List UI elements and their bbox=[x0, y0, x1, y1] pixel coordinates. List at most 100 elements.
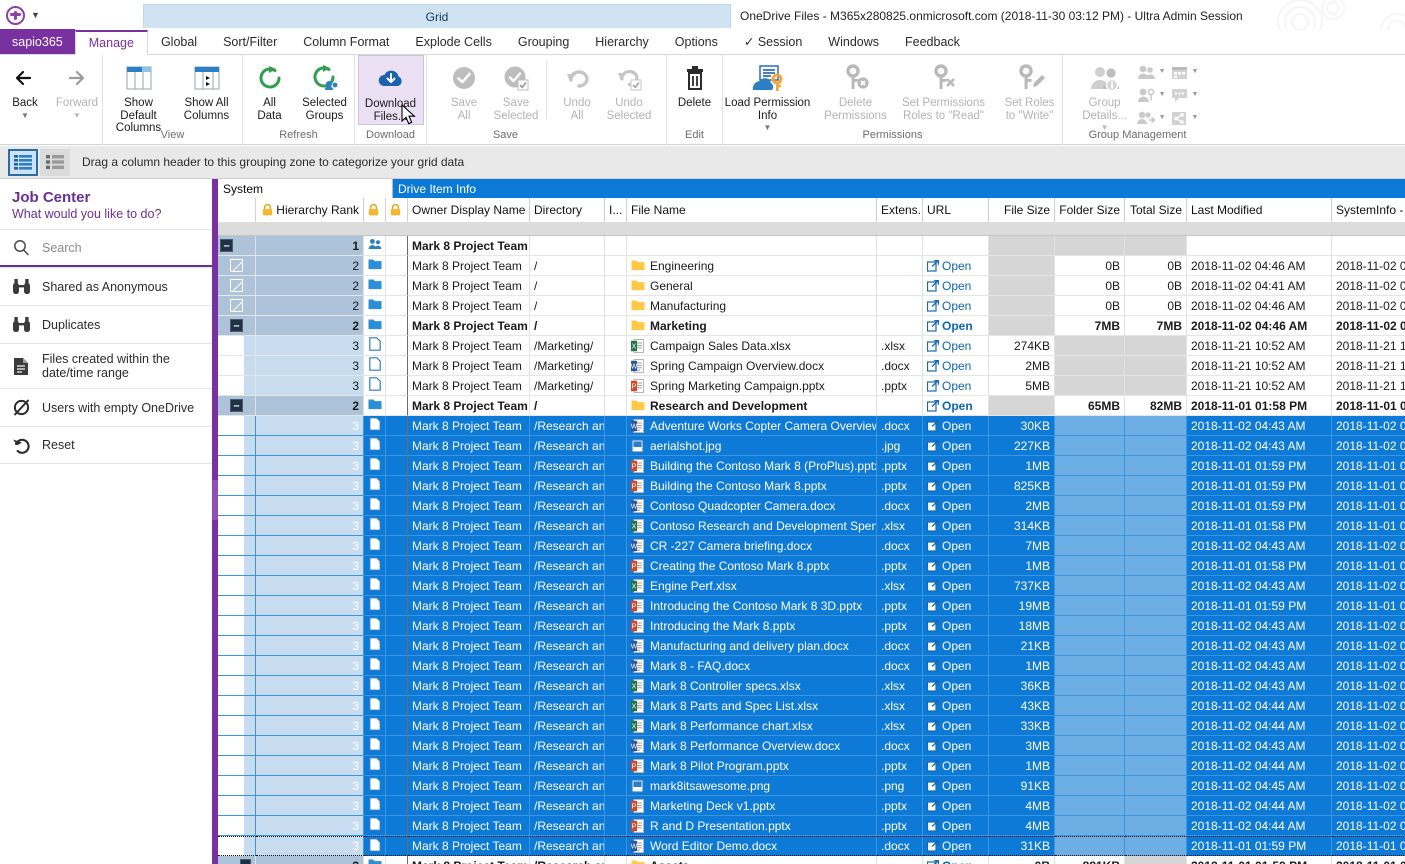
grid-header-foldersize[interactable]: Folder Size bbox=[1055, 198, 1125, 222]
forward-button[interactable]: Forward ▼ bbox=[51, 55, 103, 125]
cell-url[interactable]: Open bbox=[923, 796, 989, 816]
grid-body[interactable]: – 1 Mark 8 Project Team 2 Mark 8 Project Tea… bbox=[218, 236, 1405, 864]
list-view-toggle[interactable] bbox=[40, 148, 70, 176]
cell-sel[interactable] bbox=[218, 576, 256, 596]
cell-sel[interactable]: – bbox=[218, 856, 256, 864]
open-link[interactable]: Open bbox=[927, 439, 971, 453]
back-dropdown-icon[interactable]: ▼ bbox=[21, 111, 29, 120]
row-expander-icon[interactable]: – bbox=[230, 319, 243, 332]
cell-sel[interactable] bbox=[218, 436, 256, 456]
cell-sel[interactable] bbox=[218, 516, 256, 536]
table-row[interactable]: 3 Mark 8 Project Team/Marketing/P Spring M… bbox=[218, 376, 1405, 396]
table-row[interactable]: 3 Mark 8 Project Team/Research and W Mark 8… bbox=[218, 736, 1405, 756]
cell-url[interactable]: Open bbox=[923, 756, 989, 776]
row-expander-icon[interactable]: – bbox=[220, 239, 233, 252]
grid-header-lastmod[interactable]: Last Modified bbox=[1187, 198, 1332, 222]
row-hatch-icon[interactable] bbox=[230, 259, 243, 272]
grid-document-tab[interactable]: Grid bbox=[143, 4, 731, 28]
open-link[interactable]: Open bbox=[927, 739, 971, 753]
cell-sel[interactable] bbox=[218, 536, 256, 556]
grid-header-totalsize[interactable]: Total Size bbox=[1125, 198, 1187, 222]
cell-sel[interactable] bbox=[218, 376, 256, 396]
cell-url[interactable]: Open bbox=[923, 376, 989, 396]
conversations-button[interactable]: ▼ bbox=[1168, 84, 1201, 105]
group-details-button[interactable]: Group Details... ▼ bbox=[1075, 55, 1135, 132]
grid-header-indicator[interactable]: I... bbox=[605, 198, 627, 222]
open-link[interactable]: Open bbox=[927, 819, 971, 833]
tab-sapio365[interactable]: sapio365 bbox=[0, 29, 75, 54]
grid-header-directory[interactable]: Directory bbox=[530, 198, 605, 222]
share-dropdown-icon[interactable]: ▼ bbox=[1192, 114, 1199, 121]
group-management-mini-buttons[interactable]: ▼ ▼ ▼ bbox=[1135, 55, 1168, 128]
tab-hierarchy[interactable]: Hierarchy bbox=[582, 29, 662, 54]
cell-url[interactable]: Open bbox=[923, 816, 989, 836]
cell-url[interactable]: Open bbox=[923, 676, 989, 696]
cell-url[interactable]: Open bbox=[923, 856, 989, 864]
cell-sel[interactable]: – bbox=[218, 316, 256, 336]
table-row[interactable]: 3 Mark 8 Project Team/Research and P Introd… bbox=[218, 596, 1405, 616]
cell-url[interactable]: Open bbox=[923, 636, 989, 656]
open-link[interactable]: Open bbox=[927, 459, 971, 473]
save-all-button[interactable]: Save All bbox=[438, 55, 490, 125]
table-row[interactable]: 3 Mark 8 Project Team/Research and W CR -22… bbox=[218, 536, 1405, 556]
grid-header-row[interactable]: Hierarchy Rank Owner Display Name Director… bbox=[218, 198, 1405, 222]
back-button[interactable]: Back ▼ bbox=[0, 55, 51, 125]
share-button[interactable]: ▼ bbox=[1168, 107, 1201, 128]
data-grid[interactable]: System Drive Item Info Hierarchy Rank Owne… bbox=[218, 179, 1405, 864]
cell-url[interactable]: Open bbox=[923, 256, 989, 276]
job-center-item-shared-as-anonymous[interactable]: Shared as Anonymous bbox=[0, 267, 212, 305]
show-default-columns-button[interactable]: Show Default Columns bbox=[105, 55, 173, 135]
table-row[interactable]: 3 Mark 8 Project Team/Research and X Engine… bbox=[218, 576, 1405, 596]
conversations-dropdown-icon[interactable]: ▼ bbox=[1192, 91, 1199, 98]
grid-header-filename[interactable]: File Name bbox=[627, 198, 877, 222]
grid-header-rank[interactable]: Hierarchy Rank bbox=[256, 198, 364, 222]
open-link[interactable]: Open bbox=[927, 539, 971, 553]
cell-url[interactable]: Open bbox=[923, 836, 989, 856]
open-link[interactable]: Open bbox=[927, 759, 971, 773]
open-link[interactable]: Open bbox=[927, 639, 971, 653]
set-roles-write-button[interactable]: Set Roles to "Write" bbox=[993, 55, 1067, 125]
grid-filter-row[interactable] bbox=[218, 222, 1405, 236]
job-center-item-users-with-empty-onedrive[interactable]: Users with empty OneDrive bbox=[0, 388, 212, 426]
tab-options[interactable]: Options bbox=[662, 29, 731, 54]
cell-url[interactable]: Open bbox=[923, 296, 989, 316]
open-link[interactable]: Open bbox=[927, 499, 971, 513]
open-link[interactable]: Open bbox=[927, 699, 971, 713]
row-hatch-icon[interactable] bbox=[230, 299, 243, 312]
cell-sel[interactable] bbox=[218, 596, 256, 616]
set-permissions-read-button[interactable]: Set Permissions Roles to "Read" bbox=[895, 55, 993, 125]
quick-access-dropdown-icon[interactable]: ▼ bbox=[31, 10, 40, 20]
cell-sel[interactable] bbox=[218, 736, 256, 756]
open-link[interactable]: Open bbox=[927, 479, 971, 493]
cell-sel[interactable] bbox=[218, 556, 256, 576]
refresh-selected-groups-button[interactable]: Selected Groups bbox=[296, 55, 354, 125]
cell-url[interactable]: Open bbox=[923, 276, 989, 296]
view-mode-toggle-group[interactable] bbox=[8, 148, 70, 176]
cell-sel[interactable] bbox=[218, 776, 256, 796]
cell-sel[interactable]: – bbox=[218, 396, 256, 416]
cell-sel[interactable] bbox=[218, 836, 256, 856]
save-selected-button[interactable]: Save Selected bbox=[490, 55, 542, 125]
cell-url[interactable]: Open bbox=[923, 736, 989, 756]
open-link[interactable]: Open bbox=[927, 619, 971, 633]
table-row[interactable]: 3 Mark 8 Project Team/Research and X Mark 8… bbox=[218, 696, 1405, 716]
table-row[interactable]: 3 Mark 8 Project Team/Research and P Market… bbox=[218, 796, 1405, 816]
table-row[interactable]: – 3 Mark 8 Project Team/Research an Assets O… bbox=[218, 856, 1405, 864]
calendar-dropdown-icon[interactable]: ▼ bbox=[1192, 68, 1199, 75]
cell-sel[interactable] bbox=[218, 416, 256, 436]
open-link[interactable]: Open bbox=[927, 339, 971, 353]
grouping-zone-bar[interactable]: Drag a column header to this grouping zo… bbox=[0, 146, 1405, 179]
table-row[interactable]: 3 Mark 8 Project Team/Research and P Mark 8… bbox=[218, 756, 1405, 776]
open-link[interactable]: Open bbox=[927, 599, 971, 613]
tab-manage[interactable]: Manage bbox=[74, 30, 148, 55]
table-row[interactable]: 3 Mark 8 Project Team/Research and W Word E… bbox=[218, 836, 1405, 856]
delete-permissions-button[interactable]: Delete Permissions bbox=[817, 55, 895, 125]
table-row[interactable]: 3 Mark 8 Project Team/Research and P Buildi… bbox=[218, 476, 1405, 496]
cell-url[interactable]: Open bbox=[923, 536, 989, 556]
table-row[interactable]: 2 Mark 8 Project Team / Engineering Open 0B 0B… bbox=[218, 256, 1405, 276]
table-row[interactable]: 3 Mark 8 Project Team/Research and P Buildi… bbox=[218, 456, 1405, 476]
job-center-item-files-created-within-the-date-time-range[interactable]: Files created within the date/time range bbox=[0, 343, 212, 388]
open-link[interactable]: Open bbox=[927, 779, 971, 793]
grid-view-toggle[interactable] bbox=[8, 148, 38, 176]
members-dropdown-icon[interactable]: ▼ bbox=[1159, 68, 1166, 75]
